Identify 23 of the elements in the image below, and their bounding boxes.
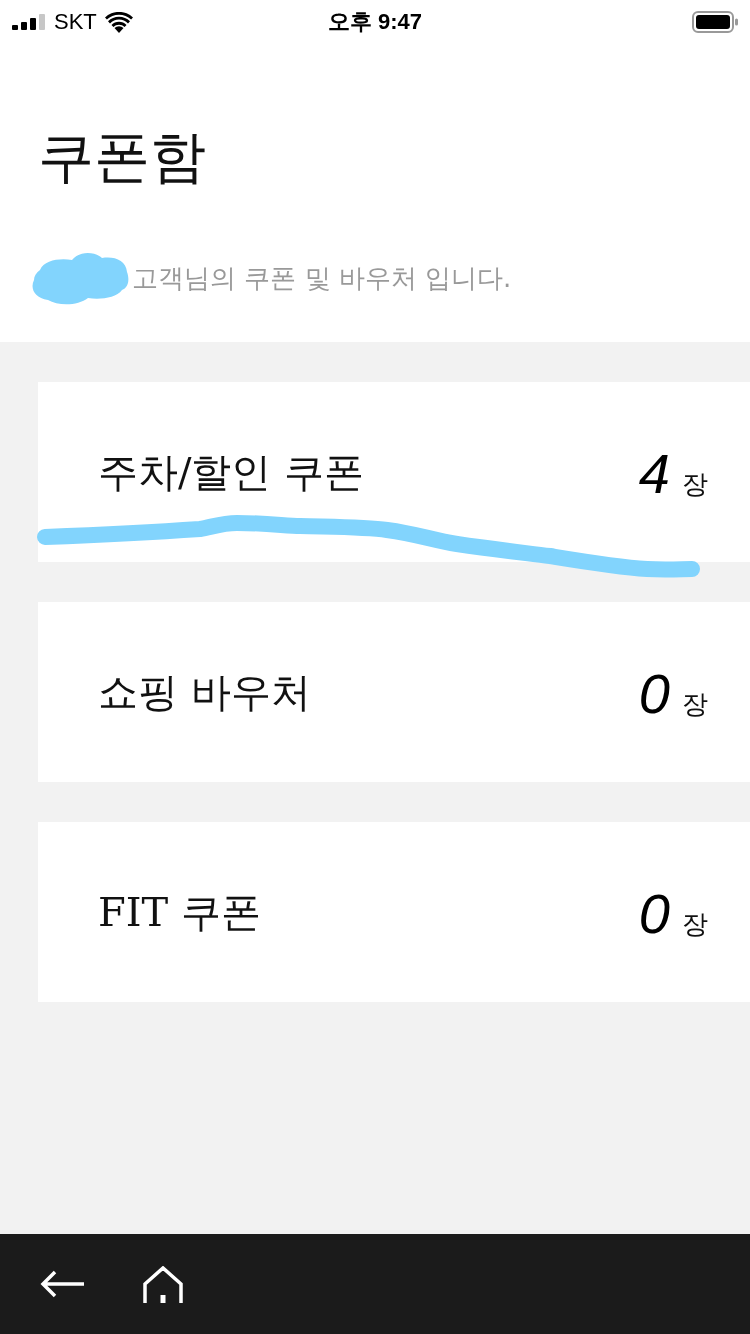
coupon-card[interactable]: 주차/할인 쿠폰 4 장 — [38, 382, 750, 562]
count-unit: 장 — [682, 468, 708, 501]
battery-icon — [692, 11, 738, 33]
carrier-name: SKT — [54, 9, 97, 35]
coupon-label: FIT 쿠폰 — [98, 887, 261, 937]
back-button[interactable] — [40, 1270, 85, 1298]
coupon-card[interactable]: 쇼핑 바우처 0 장 — [38, 602, 750, 782]
coupon-label: 주차/할인 쿠폰 — [98, 447, 365, 497]
count-unit: 장 — [682, 908, 708, 941]
signal-icon — [12, 14, 46, 30]
home-icon — [143, 1265, 183, 1303]
wifi-icon — [104, 11, 133, 33]
coupon-label: 쇼핑 바우처 — [98, 667, 311, 717]
page-title: 쿠폰함 — [38, 123, 206, 191]
coupon-count: 0 — [638, 666, 670, 722]
subtitle-text: 고객님의 쿠폰 및 바우처 입니다. — [132, 262, 512, 295]
clock-time: 오후 9:47 — [327, 8, 423, 36]
count-unit: 장 — [682, 688, 708, 721]
coupon-count: 0 — [638, 886, 670, 942]
back-arrow-icon — [40, 1270, 85, 1298]
coupon-card[interactable]: FIT 쿠폰 0 장 — [38, 822, 750, 1002]
home-button[interactable] — [143, 1265, 183, 1303]
coupon-count: 4 — [638, 446, 670, 502]
